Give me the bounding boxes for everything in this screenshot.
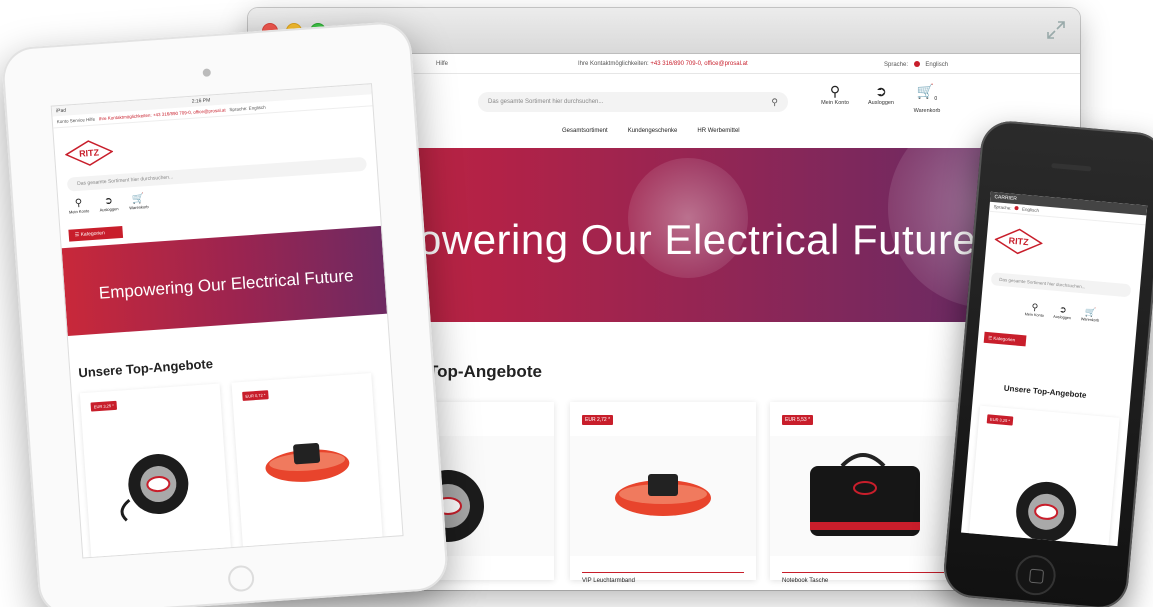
language-label: Sprache:: [993, 204, 1012, 211]
ritz-logo[interactable]: RITZ: [64, 138, 114, 172]
my-account-label: Mein Konto: [1024, 312, 1045, 318]
contact-value[interactable]: +43 316/890 709-0, office@prosal.at: [650, 61, 747, 67]
divider: [582, 572, 744, 573]
hero-title: Empowering Our Electrical Future: [98, 265, 355, 303]
phone-screen: CARRIER Sprache: Englisch RITZ Das gesam…: [961, 191, 1148, 547]
my-account-button[interactable]: ⚲ Mein Konto: [66, 197, 91, 215]
menu-icon: ☰: [74, 231, 80, 239]
cart-button[interactable]: 🛒0 Warenkorb: [910, 82, 944, 114]
search-icon[interactable]: ⚲: [771, 97, 778, 108]
contact-label: Ihre Kontaktmöglichkeiten:: [578, 61, 649, 67]
categories-label: Kategorien: [80, 230, 105, 238]
product-card[interactable]: EUR 0,72 *: [231, 372, 383, 549]
cart-count: 0: [934, 95, 938, 102]
section-title: Top-Angebote: [428, 362, 542, 381]
cart-label: Warenkorb: [913, 107, 941, 114]
divider: [782, 572, 944, 573]
device-name: iPad: [55, 107, 67, 115]
product-image-notebook-bag: [770, 436, 956, 556]
my-account-button[interactable]: ⚲ Mein Konto: [1022, 301, 1047, 318]
my-account-button[interactable]: ⚲ Mein Konto: [818, 82, 852, 114]
contact-info: Ihre Kontaktmöglichkeiten: +43 316/890 7…: [578, 61, 748, 67]
logout-label: Ausloggen: [868, 100, 894, 106]
language-label: Sprache:: [884, 62, 909, 68]
my-account-label: Mein Konto: [821, 100, 849, 106]
cart-icon: 🛒0: [916, 83, 938, 102]
nav-item-kundengeschenke[interactable]: Kundengeschenke: [628, 128, 678, 134]
logout-icon: ➲: [875, 83, 887, 99]
language-switcher[interactable]: Sprache: Englisch: [884, 61, 948, 68]
header-actions: ⚲ Mein Konto ➲ Ausloggen 🛒 Warenkorb: [66, 193, 151, 215]
categories-button[interactable]: ☰ Kategorien: [983, 331, 1027, 347]
search-placeholder: Das gesamte Sortiment hier durchsuchen..…: [488, 99, 604, 105]
price-badge: EUR 5,53 *: [782, 415, 814, 425]
header-actions: ⚲ Mein Konto ➲ Ausloggen 🛒 Warenkorb: [1022, 301, 1103, 323]
search-input[interactable]: Das gesamte Sortiment hier durchsuchen..…: [990, 272, 1132, 298]
product-image-wristband: [570, 436, 756, 556]
logo-text: RITZ: [79, 147, 100, 158]
product-name[interactable]: VIP Leuchtarmband: [582, 578, 635, 584]
logout-label: Ausloggen: [99, 206, 119, 213]
logout-label: Ausloggen: [1053, 314, 1072, 321]
cart-label: Warenkorb: [129, 204, 149, 211]
language-switcher[interactable]: Sprache: Englisch: [229, 105, 266, 113]
product-card[interactable]: EUR 5,53 * Notebook Tasche: [770, 402, 956, 584]
section-title: Unsere Top-Angebote: [1003, 383, 1087, 400]
cart-button[interactable]: 🛒 Warenkorb: [1078, 306, 1103, 323]
language-flag-icon: [1014, 205, 1019, 211]
product-card[interactable]: EUR 3,25 *: [79, 383, 232, 559]
section-title: Unsere Top-Angebote: [77, 355, 214, 381]
menu-icon: ☰: [987, 335, 993, 341]
price-badge: EUR 0,72 *: [242, 390, 269, 401]
nav-item-hr-werbemittel[interactable]: HR Werbemittel: [697, 128, 739, 134]
product-image-wristband: [265, 442, 350, 482]
logout-button[interactable]: ➲ Ausloggen: [1050, 303, 1075, 320]
hero-title: owering Our Electrical Future: [418, 216, 977, 263]
tablet-screen: iPad 2:16 PM Konto Service Hilfe Ihre Ko…: [50, 83, 404, 559]
logout-button[interactable]: ➲ Ausloggen: [96, 195, 121, 213]
camera-icon: [202, 68, 212, 77]
ritz-logo[interactable]: RITZ: [993, 226, 1044, 261]
logout-button[interactable]: ➲ Ausloggen: [864, 82, 898, 114]
product-image-tape-measure: [120, 454, 189, 522]
search-placeholder: Das gesamte Sortiment hier durchsuchen..…: [999, 276, 1086, 290]
language-value[interactable]: Englisch: [1022, 207, 1039, 213]
clock: 2:16 PM: [191, 97, 211, 105]
main-navigation: Gesamtsortiment Kundengeschenke HR Werbe…: [562, 128, 740, 134]
nav-item-gesamtsortiment[interactable]: Gesamtsortiment: [562, 128, 608, 134]
logo-text: RITZ: [1008, 236, 1029, 248]
top-links[interactable]: Konto Service Hilfe: [57, 117, 96, 125]
product-card[interactable]: EUR 3,25 *: [969, 405, 1120, 546]
product-name[interactable]: Notebook Tasche: [782, 578, 828, 584]
help-link[interactable]: Hilfe: [436, 61, 448, 67]
my-account-label: Mein Konto: [68, 208, 90, 215]
search-placeholder: Das gesamte Sortiment hier durchsuchen..…: [77, 174, 174, 187]
search-input[interactable]: Das gesamte Sortiment hier durchsuchen..…: [478, 92, 788, 112]
product-card[interactable]: EUR 2,72 * VIP Leuchtarmband: [570, 402, 756, 584]
categories-label: Kategorien: [993, 335, 1016, 343]
home-button[interactable]: [227, 564, 256, 593]
speaker-icon: [1051, 162, 1092, 172]
price-badge: EUR 2,72 *: [582, 415, 614, 425]
cart-button[interactable]: 🛒 Warenkorb: [126, 193, 151, 211]
tablet-device: iPad 2:16 PM Konto Service Hilfe Ihre Ko…: [0, 20, 450, 607]
language-flag-icon: [913, 61, 920, 67]
price-badge: EUR 3,25 *: [986, 414, 1014, 426]
home-button[interactable]: [1013, 553, 1058, 597]
hero-banner: Empowering Our Electrical Future: [61, 225, 388, 337]
categories-button[interactable]: ☰ Kategorien: [68, 225, 124, 242]
price-badge: EUR 3,25 *: [90, 400, 118, 412]
language-value[interactable]: Englisch: [925, 62, 948, 68]
product-image-tape-measure: [1016, 481, 1077, 542]
fullscreen-icon[interactable]: [1044, 18, 1068, 42]
header-actions: ⚲ Mein Konto ➲ Ausloggen 🛒0 Warenkorb: [818, 82, 944, 114]
cart-label: Warenkorb: [1080, 317, 1100, 323]
user-icon: ⚲: [829, 83, 841, 99]
